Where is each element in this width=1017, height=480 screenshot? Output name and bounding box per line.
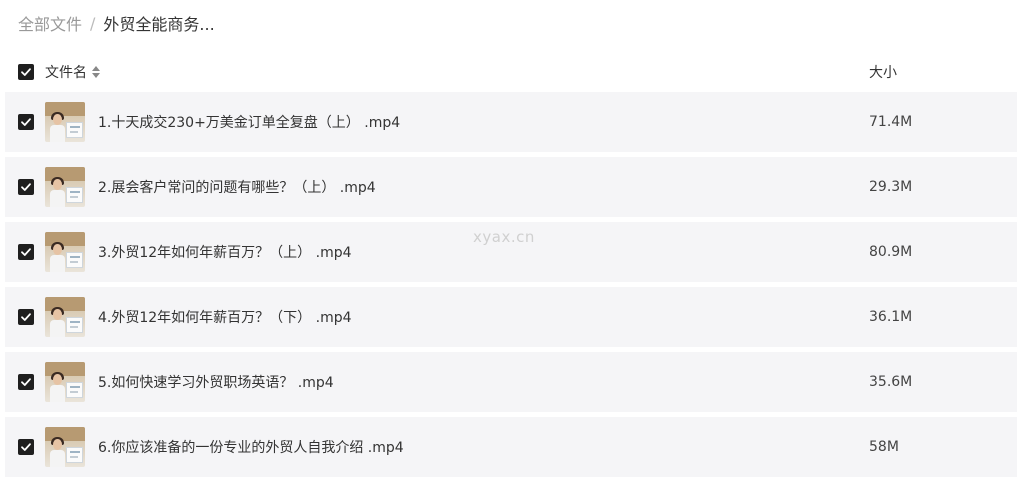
- file-row[interactable]: 6.你应该准备的一份专业的外贸人自我介绍 .mp4 58M: [5, 417, 1017, 477]
- check-icon: [21, 183, 31, 191]
- file-list: 1.十天成交230+万美金订单全复盘（上） .mp4 71.4M 2.展会客户常…: [5, 92, 1017, 480]
- file-name[interactable]: 6.你应该准备的一份专业的外贸人自我介绍 .mp4: [98, 437, 404, 457]
- check-icon: [21, 443, 31, 451]
- video-thumbnail[interactable]: [45, 427, 85, 467]
- check-icon: [21, 378, 31, 386]
- watermark-text: xyax.cn: [473, 228, 535, 246]
- check-icon: [21, 68, 31, 76]
- file-name[interactable]: 1.十天成交230+万美金订单全复盘（上） .mp4: [98, 112, 400, 132]
- check-icon: [21, 313, 31, 321]
- video-thumbnail[interactable]: [45, 297, 85, 337]
- file-size: 71.4M: [869, 114, 913, 130]
- file-checkbox[interactable]: [18, 244, 34, 260]
- column-header-name[interactable]: 文件名: [45, 62, 87, 82]
- file-checkbox[interactable]: [18, 439, 34, 455]
- file-row[interactable]: 1.十天成交230+万美金订单全复盘（上） .mp4 71.4M: [5, 92, 1017, 152]
- breadcrumb-root-link[interactable]: 全部文件: [18, 11, 82, 35]
- file-size: 80.9M: [869, 244, 913, 260]
- breadcrumb-current-folder: 外贸全能商务...: [103, 15, 215, 34]
- sort-up-icon: [92, 66, 100, 71]
- file-size: 36.1M: [869, 309, 913, 325]
- video-thumbnail[interactable]: [45, 167, 85, 207]
- file-size: 35.6M: [869, 374, 913, 390]
- file-checkbox[interactable]: [18, 374, 34, 390]
- column-header-size: 大小: [869, 65, 897, 81]
- sort-down-icon: [92, 73, 100, 78]
- file-name[interactable]: 5.如何快速学习外贸职场英语？ .mp4: [98, 372, 334, 392]
- breadcrumb: 全部文件 / 外贸全能商务...: [18, 11, 215, 35]
- video-thumbnail[interactable]: [45, 102, 85, 142]
- video-thumbnail[interactable]: [45, 362, 85, 402]
- file-checkbox[interactable]: [18, 309, 34, 325]
- file-name[interactable]: 3.外贸12年如何年薪百万？（上） .mp4: [98, 242, 352, 262]
- video-thumbnail[interactable]: [45, 232, 85, 272]
- sort-icon[interactable]: [92, 66, 100, 78]
- file-row[interactable]: 4.外贸12年如何年薪百万？（下） .mp4 36.1M: [5, 287, 1017, 347]
- file-row[interactable]: 5.如何快速学习外贸职场英语？ .mp4 35.6M: [5, 352, 1017, 412]
- check-icon: [21, 118, 31, 126]
- file-size: 58M: [869, 439, 899, 455]
- file-name[interactable]: 4.外贸12年如何年薪百万？（下） .mp4: [98, 307, 352, 327]
- file-row[interactable]: 2.展会客户常问的问题有哪些？（上） .mp4 29.3M: [5, 157, 1017, 217]
- breadcrumb-separator: /: [90, 13, 96, 33]
- file-checkbox[interactable]: [18, 114, 34, 130]
- check-icon: [21, 248, 31, 256]
- file-list-header: 文件名 大小: [0, 56, 1017, 88]
- file-checkbox[interactable]: [18, 179, 34, 195]
- select-all-checkbox[interactable]: [18, 64, 34, 80]
- file-name[interactable]: 2.展会客户常问的问题有哪些？（上） .mp4: [98, 177, 376, 197]
- file-size: 29.3M: [869, 179, 913, 195]
